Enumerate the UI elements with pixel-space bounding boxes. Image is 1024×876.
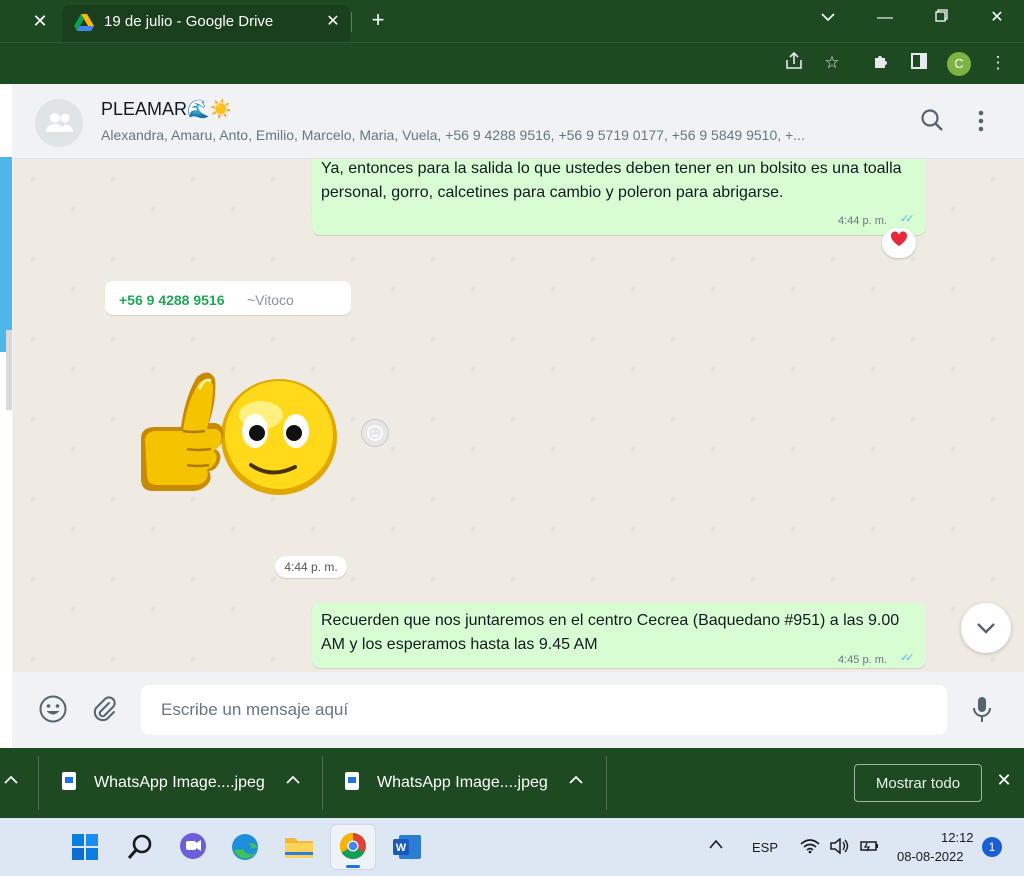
browser-menu-icon[interactable]: ⋮ bbox=[987, 52, 1009, 74]
chat-list-scrollbar[interactable] bbox=[6, 330, 12, 410]
profile-avatar[interactable]: C bbox=[947, 52, 971, 76]
group-avatar[interactable] bbox=[35, 99, 83, 147]
chat-menu-icon[interactable] bbox=[967, 107, 995, 135]
show-hidden-icons[interactable] bbox=[708, 838, 724, 853]
chevron-down-icon bbox=[977, 623, 995, 634]
download-separator bbox=[322, 756, 323, 810]
notification-badge[interactable]: 1 bbox=[982, 837, 1002, 857]
extensions-icon[interactable] bbox=[870, 52, 892, 74]
edge-browser-icon[interactable] bbox=[228, 830, 262, 864]
tab-search-chevron-icon[interactable] bbox=[813, 6, 843, 30]
wifi-icon[interactable] bbox=[800, 838, 820, 854]
chat-header[interactable]: PLEAMAR🌊☀️ Alexandra, Amaru, Anto, Emili… bbox=[13, 85, 1024, 159]
chevron-up-icon[interactable] bbox=[4, 772, 18, 788]
message-time: 4:45 p. m. bbox=[838, 654, 887, 666]
tab-title: 19 de julio - Google Drive bbox=[104, 13, 274, 30]
download-file-name: WhatsApp Image....jpeg bbox=[377, 774, 548, 791]
close-tab-icon[interactable]: ✕ bbox=[22, 6, 58, 36]
new-tab-icon[interactable]: + bbox=[366, 6, 390, 34]
teams-chat-icon[interactable] bbox=[176, 830, 210, 864]
group-name: PLEAMAR🌊☀️ bbox=[101, 99, 232, 119]
attach-icon[interactable] bbox=[89, 694, 119, 724]
download-separator bbox=[38, 756, 39, 810]
emoji-icon[interactable] bbox=[38, 694, 68, 724]
image-file-icon bbox=[62, 772, 76, 790]
windows-taskbar: W ESP 12:12 08-08-2022 1 bbox=[0, 818, 1024, 876]
message-time: 4:44 p. m. bbox=[838, 215, 887, 227]
bookmark-star-icon[interactable]: ☆ bbox=[821, 52, 843, 74]
download-item[interactable]: WhatsApp Image....jpeg bbox=[345, 758, 595, 808]
chat-list-panel-edge bbox=[0, 85, 12, 748]
file-explorer-icon[interactable] bbox=[282, 830, 316, 864]
word-icon[interactable]: W bbox=[390, 830, 424, 864]
close-downloads-icon[interactable]: ✕ bbox=[994, 770, 1014, 791]
side-panel-icon[interactable] bbox=[908, 52, 930, 74]
tab-close-icon[interactable]: ✕ bbox=[322, 11, 344, 31]
group-members-list: Alexandra, Amaru, Anto, Emilio, Marcelo,… bbox=[101, 127, 805, 143]
search-icon[interactable] bbox=[918, 107, 946, 135]
message-outgoing[interactable]: Ya, entonces para la salida lo que usted… bbox=[312, 159, 926, 235]
microphone-icon[interactable] bbox=[967, 694, 997, 724]
volume-icon[interactable] bbox=[829, 838, 849, 854]
download-separator bbox=[606, 756, 607, 810]
sender-phone[interactable]: +56 9 4288 9516 bbox=[119, 292, 225, 308]
show-all-downloads-button[interactable]: Mostrar todo bbox=[854, 764, 982, 802]
clock-date[interactable]: 08-08-2022 bbox=[897, 849, 964, 864]
message-outgoing[interactable]: Recuerden que nos juntaremos en el centr… bbox=[312, 603, 926, 668]
thumbs-up-sticker-icon[interactable] bbox=[121, 359, 341, 509]
share-icon[interactable] bbox=[783, 51, 805, 74]
chrome-icon bbox=[339, 832, 366, 868]
input-language[interactable]: ESP bbox=[752, 840, 778, 855]
chevron-up-icon[interactable] bbox=[286, 772, 300, 788]
window-close-icon[interactable]: ✕ bbox=[982, 6, 1012, 30]
message-composer bbox=[13, 672, 1024, 748]
search-icon[interactable] bbox=[124, 830, 158, 864]
heart-icon bbox=[890, 231, 908, 246]
minimize-icon[interactable]: — bbox=[870, 6, 900, 30]
battery-charging-icon[interactable] bbox=[858, 838, 880, 854]
sender-name: ~Vitoco bbox=[247, 292, 294, 308]
sender-label[interactable]: +56 9 4288 9516 ~Vitoco bbox=[105, 281, 351, 315]
add-reaction-button[interactable] bbox=[361, 419, 389, 447]
tab-google-drive[interactable]: 19 de julio - Google Drive ✕ bbox=[62, 5, 350, 42]
heart-reaction[interactable] bbox=[882, 228, 916, 258]
scroll-to-bottom-button[interactable] bbox=[961, 603, 1011, 653]
browser-toolbar: ☆ C ⋮ bbox=[0, 42, 1024, 84]
emoji-smile-icon bbox=[367, 425, 383, 441]
chevron-up-icon[interactable] bbox=[569, 772, 583, 788]
clock-time[interactable]: 12:12 bbox=[941, 830, 974, 845]
message-text: Ya, entonces para la salida lo que usted… bbox=[321, 160, 902, 201]
chat-messages-area[interactable]: Ya, entonces para la salida lo que usted… bbox=[13, 159, 1024, 672]
read-ticks-icon: ✓✓ bbox=[900, 652, 915, 664]
download-item[interactable]: WhatsApp Image....jpeg bbox=[62, 758, 312, 808]
message-time: 4:44 p. m. bbox=[275, 556, 347, 578]
restore-icon[interactable] bbox=[926, 6, 956, 30]
browser-tab-bar: ✕ 19 de julio - Google Drive ✕ + — ✕ bbox=[0, 0, 1024, 42]
group-users-icon bbox=[46, 113, 73, 132]
download-file-name: WhatsApp Image....jpeg bbox=[94, 774, 265, 791]
selected-chat-indicator bbox=[0, 157, 12, 352]
windows-start-icon[interactable] bbox=[68, 830, 102, 864]
tab-divider bbox=[351, 12, 352, 32]
google-drive-icon bbox=[74, 14, 94, 31]
message-input[interactable] bbox=[141, 685, 947, 735]
downloads-bar: WhatsApp Image....jpeg WhatsApp Image...… bbox=[0, 748, 1024, 818]
message-text: Recuerden que nos juntaremos en el centr… bbox=[321, 612, 900, 653]
svg-text:W: W bbox=[396, 842, 407, 854]
taskbar-chrome-active[interactable] bbox=[330, 824, 376, 870]
image-file-icon bbox=[345, 772, 359, 790]
